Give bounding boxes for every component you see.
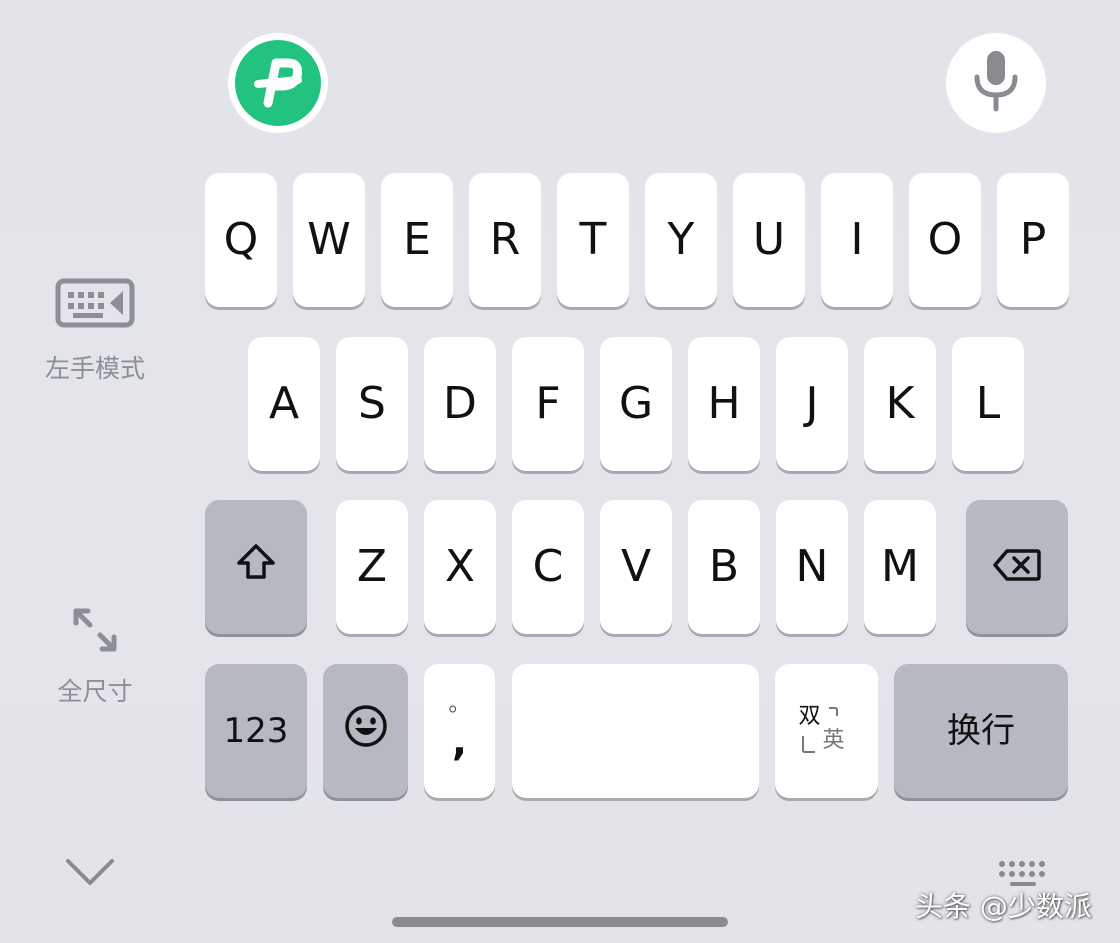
chevron-down-icon: [64, 859, 116, 893]
key-q[interactable]: Q: [205, 173, 277, 307]
key-label: S: [358, 378, 386, 429]
key-label: A: [268, 378, 300, 429]
key-o[interactable]: O: [909, 173, 981, 307]
key-label: G: [618, 378, 654, 429]
backspace-key[interactable]: [966, 500, 1068, 634]
voice-input-button[interactable]: [946, 33, 1046, 133]
key-label: P: [1019, 214, 1047, 265]
key-label: Z: [356, 541, 388, 592]
emoji-key[interactable]: [323, 664, 408, 798]
p-logo-icon: [235, 40, 321, 126]
key-label: L: [975, 378, 1001, 429]
full-size-label: 全尺寸: [57, 677, 133, 706]
key-y[interactable]: Y: [645, 173, 717, 307]
left-hand-mode-button[interactable]: 左手模式: [15, 278, 175, 385]
key-label: R: [489, 214, 521, 265]
key-label: B: [708, 541, 740, 592]
microphone-icon: [969, 49, 1023, 118]
numbers-key-label: 123: [223, 711, 289, 751]
key-v[interactable]: V: [600, 500, 672, 634]
collapse-keyboard-button[interactable]: [64, 855, 116, 894]
key-z[interactable]: Z: [336, 500, 408, 634]
language-switch-arrows-icon: [801, 707, 838, 753]
key-label: J: [805, 378, 819, 429]
key-label: Y: [667, 214, 695, 265]
language-switch-key[interactable]: 双 英: [775, 664, 878, 798]
key-d[interactable]: D: [424, 337, 496, 471]
key-e[interactable]: E: [381, 173, 453, 307]
key-label: C: [532, 541, 564, 592]
key-label: N: [795, 541, 829, 592]
key-n[interactable]: N: [776, 500, 848, 634]
left-hand-mode-label: 左手模式: [44, 354, 145, 383]
key-label: W: [307, 214, 351, 265]
backspace-icon: [993, 542, 1041, 593]
key-j[interactable]: J: [776, 337, 848, 471]
key-x[interactable]: X: [424, 500, 496, 634]
punctuation-top-label: 。: [448, 692, 471, 717]
key-m[interactable]: M: [864, 500, 936, 634]
key-b[interactable]: B: [688, 500, 760, 634]
shift-key[interactable]: [205, 500, 307, 634]
key-label: I: [850, 214, 864, 265]
keyboard-left-icon: [55, 278, 135, 333]
key-label: X: [444, 541, 476, 592]
key-label: V: [620, 541, 652, 592]
key-g[interactable]: G: [600, 337, 672, 471]
key-label: D: [443, 378, 477, 429]
smiley-emoji-icon: [344, 704, 388, 759]
key-a[interactable]: A: [248, 337, 320, 471]
key-h[interactable]: H: [688, 337, 760, 471]
key-label: T: [579, 214, 607, 265]
punctuation-bottom-label: ,: [451, 719, 468, 765]
numbers-key[interactable]: 123: [205, 664, 307, 798]
expand-arrows-icon: [70, 605, 120, 660]
key-label: U: [752, 214, 786, 265]
key-label: F: [535, 378, 561, 429]
enter-key[interactable]: 换行: [894, 664, 1068, 798]
key-r[interactable]: R: [469, 173, 541, 307]
home-indicator[interactable]: [392, 917, 728, 927]
logo-button[interactable]: [228, 33, 328, 133]
punctuation-key[interactable]: 。 ,: [424, 664, 495, 798]
key-label: K: [885, 378, 915, 429]
space-key[interactable]: [512, 664, 759, 798]
key-label: M: [881, 541, 919, 592]
watermark: 头条 @少数派: [915, 890, 1092, 923]
key-p[interactable]: P: [997, 173, 1069, 307]
key-k[interactable]: K: [864, 337, 936, 471]
enter-key-label: 换行: [947, 711, 1015, 751]
key-t[interactable]: T: [557, 173, 629, 307]
key-s[interactable]: S: [336, 337, 408, 471]
key-label: E: [403, 214, 431, 265]
key-label: Q: [223, 214, 259, 265]
shift-arrow-icon: [235, 542, 277, 593]
key-label: O: [927, 214, 963, 265]
key-u[interactable]: U: [733, 173, 805, 307]
key-l[interactable]: L: [952, 337, 1024, 471]
key-w[interactable]: W: [293, 173, 365, 307]
key-f[interactable]: F: [512, 337, 584, 471]
key-c[interactable]: C: [512, 500, 584, 634]
key-label: H: [707, 378, 741, 429]
key-i[interactable]: I: [821, 173, 893, 307]
full-size-button[interactable]: 全尺寸: [15, 605, 175, 708]
